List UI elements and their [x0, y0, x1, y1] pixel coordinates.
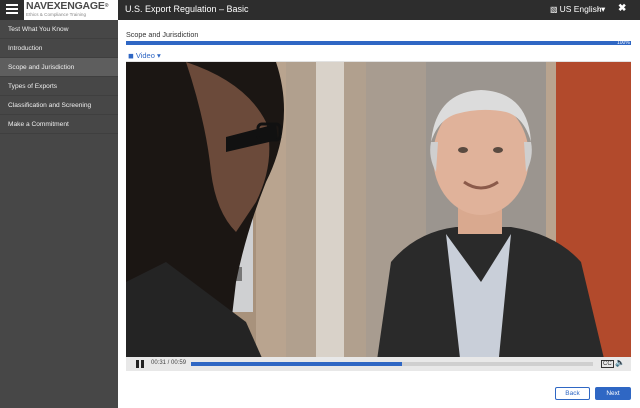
video-camera-icon: ◼ — [128, 53, 134, 60]
top-bar: NAVEXENGAGE® Ethics & Compliance Trainin… — [0, 0, 640, 20]
progress-fill — [126, 41, 631, 45]
sidebar-item-types-of-exports[interactable]: Types of Exports — [0, 77, 118, 96]
sidebar-item-classification-and-screening[interactable]: Classification and Screening — [0, 96, 118, 115]
sidebar-item-scope-and-jurisdiction[interactable]: Scope and Jurisdiction — [0, 58, 118, 77]
sidebar-item-test-what-you-know[interactable]: Test What You Know — [0, 20, 118, 39]
logo: NAVEXENGAGE® Ethics & Compliance Trainin… — [24, 0, 118, 20]
close-icon[interactable]: ✖ — [618, 3, 626, 14]
next-button[interactable]: Next — [595, 387, 631, 400]
logo-registered: ® — [104, 3, 109, 9]
document-menu-button[interactable]: ▫▾ — [598, 4, 605, 15]
sidebar: Test What You Know Introduction Scope an… — [0, 20, 118, 408]
main-content: Scope and Jurisdiction 100% ◼ Video ▾ 00… — [118, 20, 640, 408]
pause-button[interactable] — [136, 360, 144, 368]
video-frame — [126, 62, 631, 367]
volume-icon[interactable]: 🔈 — [615, 358, 625, 367]
video-player[interactable] — [126, 62, 631, 367]
logo-text: NAVEXENGAGE — [26, 0, 105, 12]
sidebar-item-make-a-commitment[interactable]: Make a Commitment — [0, 115, 118, 134]
video-tab[interactable]: ◼ Video ▾ — [128, 51, 161, 60]
video-tab-label: Video — [135, 51, 155, 60]
chevron-down-icon: ▾ — [156, 51, 161, 60]
captions-button[interactable]: CC — [601, 360, 614, 368]
language-selector[interactable]: ▧ US English — [550, 4, 602, 14]
language-label: US English — [559, 4, 602, 14]
seek-bar[interactable] — [191, 362, 593, 366]
video-controls: 00:31 / 00:59 CC 🔈 — [126, 357, 631, 371]
menu-icon[interactable] — [6, 4, 18, 16]
logo-tagline: Ethics & Compliance Training — [26, 12, 87, 17]
back-button[interactable]: Back — [555, 387, 590, 400]
sidebar-item-introduction[interactable]: Introduction — [0, 39, 118, 58]
language-icon: ▧ — [550, 5, 558, 14]
video-time: 00:31 / 00:59 — [151, 360, 187, 366]
section-title: Scope and Jurisdiction — [126, 30, 199, 39]
pause-icon — [136, 360, 139, 368]
progress-label: 100% — [617, 40, 630, 46]
progress-bar — [126, 41, 631, 45]
seek-progress — [191, 362, 403, 366]
chevron-down-icon: ▾ — [601, 4, 606, 14]
course-title: U.S. Export Regulation – Basic — [125, 4, 249, 14]
